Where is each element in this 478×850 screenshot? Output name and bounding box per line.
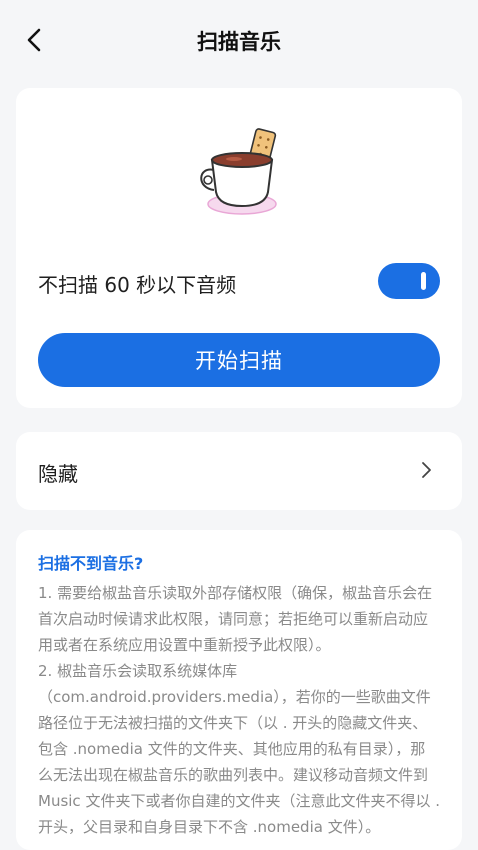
- toggle-knob: [421, 272, 426, 290]
- help-item-2: 2. 椒盐音乐会读取系统媒体库（com.android.providers.me…: [38, 662, 440, 836]
- page-title: 扫描音乐: [197, 30, 281, 54]
- skip-short-audio-toggle[interactable]: [378, 263, 440, 299]
- toggle-label: 不扫描 60 秒以下音频: [38, 273, 237, 297]
- help-body: 1. 需要给椒盐音乐读取外部存储权限（确保，椒盐音乐会在首次启动时候请求此权限，…: [38, 580, 440, 840]
- hidden-folders-item[interactable]: 隐藏: [16, 432, 462, 510]
- short-audio-toggle-row: 不扫描 60 秒以下音频: [38, 263, 440, 301]
- start-scan-button[interactable]: 开始扫描: [38, 333, 440, 387]
- top-bar: 扫描音乐: [0, 0, 478, 80]
- coffee-cup-illustration: [200, 128, 277, 215]
- scan-card: 不扫描 60 秒以下音频 开始扫描: [16, 88, 462, 408]
- help-title: 扫描不到音乐?: [38, 554, 144, 573]
- help-item-1: 1. 需要给椒盐音乐读取外部存储权限（确保，椒盐音乐会在首次启动时候请求此权限，…: [38, 584, 433, 654]
- hidden-label: 隐藏: [38, 462, 78, 486]
- chevron-right-icon: [422, 462, 431, 478]
- help-card: 扫描不到音乐? 1. 需要给椒盐音乐读取外部存储权限（确保，椒盐音乐会在首次启动…: [16, 530, 462, 850]
